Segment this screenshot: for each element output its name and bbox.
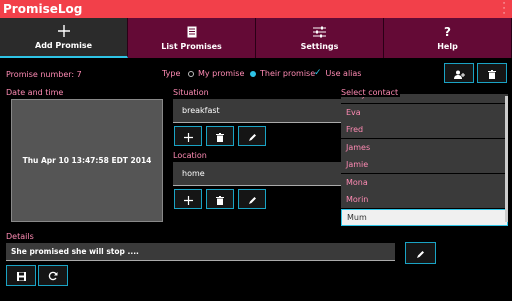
delete-contact-button[interactable] xyxy=(477,63,507,83)
pencil-icon xyxy=(248,190,257,209)
refresh-icon xyxy=(48,266,58,285)
tab-list-promises[interactable]: List Promises xyxy=(128,18,256,58)
their-promise-radio[interactable]: Their promise xyxy=(250,69,315,78)
tab-bar: Add Promise List Promises Settings ? Hel… xyxy=(0,18,512,58)
trash-icon xyxy=(216,190,224,209)
details-value: She promised she will stop .... xyxy=(11,247,139,256)
app-title: PromiseLog xyxy=(3,2,83,16)
date-time-box[interactable]: Thu Apr 10 13:47:58 EDT 2014 xyxy=(11,99,163,222)
overflow-menu-icon[interactable]: · · · xyxy=(502,0,506,19)
tab-label: List Promises xyxy=(161,42,222,51)
contact-item[interactable]: Fred xyxy=(341,121,508,138)
add-situation-button[interactable] xyxy=(174,126,202,146)
tab-label: Settings xyxy=(300,42,339,51)
title-bar: PromiseLog · · · xyxy=(0,0,512,19)
tab-settings[interactable]: Settings xyxy=(256,18,384,58)
radio-icon xyxy=(188,70,194,77)
type-label-text: Type xyxy=(162,69,181,78)
pencil-icon xyxy=(248,127,257,146)
add-contact-button[interactable] xyxy=(444,63,474,83)
person-add-icon xyxy=(453,64,465,83)
trash-icon xyxy=(488,64,496,83)
tab-add-promise[interactable]: Add Promise xyxy=(0,18,128,58)
add-location-button[interactable] xyxy=(174,189,202,209)
type-label: Type xyxy=(162,69,180,78)
select-contact-label: Select contact xyxy=(341,88,401,97)
details-label: Details xyxy=(6,232,34,241)
details-field[interactable]: She promised she will stop .... xyxy=(6,243,395,261)
checkmark-icon: ✓ xyxy=(314,68,322,78)
save-icon xyxy=(16,266,26,285)
edit-situation-button[interactable] xyxy=(238,126,266,146)
promise-number: Promise number: 7 xyxy=(6,70,82,79)
contact-item[interactable]: James xyxy=(341,138,508,156)
use-alias-checkbox[interactable]: ✓ Use alias xyxy=(314,68,361,78)
contact-item[interactable]: Morin xyxy=(341,191,508,208)
date-time-value: Thu Apr 10 13:47:58 EDT 2014 xyxy=(22,156,152,165)
delete-location-button[interactable] xyxy=(206,189,234,209)
question-icon: ? xyxy=(444,25,451,39)
contact-item[interactable]: Eva xyxy=(341,103,508,121)
location-label: Location xyxy=(173,151,207,160)
situation-value: breakfast xyxy=(182,106,220,115)
situation-label: Situation xyxy=(173,88,209,97)
radio-selected-icon xyxy=(250,70,256,77)
location-value: home xyxy=(182,169,205,178)
app-window: PromiseLog · · · Add Promise List Promises… xyxy=(0,0,512,301)
tab-label: Help xyxy=(437,42,458,51)
refresh-button[interactable] xyxy=(38,265,68,286)
plus-icon xyxy=(183,190,193,209)
save-button[interactable] xyxy=(6,265,36,286)
use-alias-label: Use alias xyxy=(325,68,362,78)
contact-item[interactable]: Mona xyxy=(341,173,508,191)
sliders-icon xyxy=(313,25,326,39)
location-field[interactable]: home xyxy=(173,162,341,186)
contact-item[interactable]: Jamie xyxy=(341,156,508,173)
their-promise-label: Their promise xyxy=(260,69,316,78)
tab-help[interactable]: ? Help xyxy=(384,18,512,58)
contact-list-scrollbar[interactable] xyxy=(505,96,508,222)
trash-icon xyxy=(216,127,224,146)
edit-location-button[interactable] xyxy=(238,189,266,209)
situation-field[interactable]: breakfast xyxy=(173,99,341,123)
pencil-icon xyxy=(416,244,425,263)
my-promise-radio[interactable]: My promise xyxy=(188,69,244,78)
contact-item-selected[interactable]: Mum xyxy=(341,208,508,226)
plus-icon xyxy=(183,127,193,146)
my-promise-label: My promise xyxy=(198,69,245,78)
delete-situation-button[interactable] xyxy=(206,126,234,146)
tab-label: Add Promise xyxy=(35,41,92,50)
list-icon xyxy=(187,25,197,39)
plus-icon xyxy=(57,24,70,38)
date-time-label: Date and time xyxy=(6,88,64,97)
edit-details-button[interactable] xyxy=(405,242,436,264)
contact-list[interactable]: Eddy Eva Fred James Jamie Mona Morin Mum xyxy=(341,94,508,226)
